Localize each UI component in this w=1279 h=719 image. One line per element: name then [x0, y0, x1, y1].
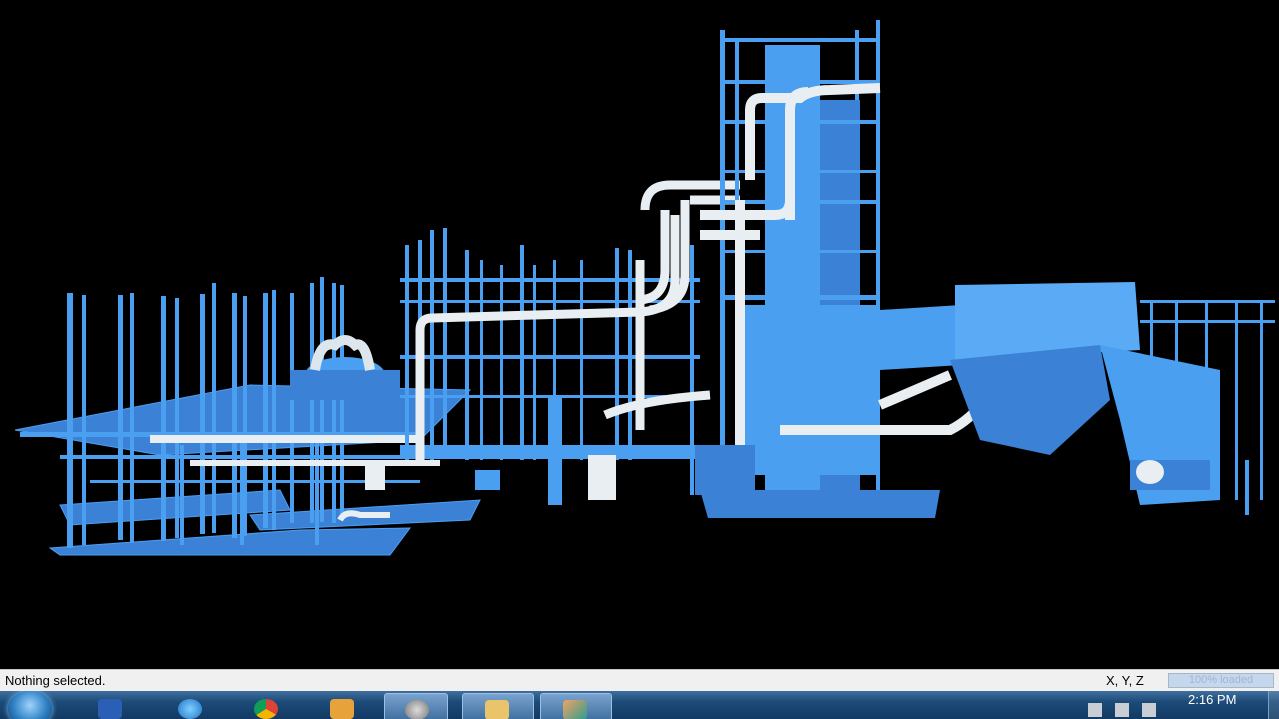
taskbar-media-player[interactable] — [316, 693, 368, 719]
coordinates-readout: X, Y, Z — [1106, 673, 1144, 688]
taskbar-internet-explorer[interactable] — [164, 693, 216, 719]
windows-logo-icon[interactable] — [8, 691, 52, 719]
paint-icon — [563, 700, 587, 719]
show-desktop-button[interactable] — [1268, 691, 1279, 719]
info-icon — [98, 699, 122, 719]
taskbar-3d-viewer[interactable] — [384, 693, 448, 719]
taskbar-chrome[interactable] — [240, 693, 292, 719]
selection-status: Nothing selected. — [5, 673, 106, 688]
3d-viewport[interactable] — [0, 0, 1279, 669]
plant-3d-model — [14, 20, 1275, 556]
network-icon[interactable] — [1115, 703, 1129, 717]
flag-icon[interactable] — [1088, 703, 1102, 717]
clock-time[interactable]: 2:16 PM — [1188, 692, 1236, 707]
taskbar: 2:16 PM — [0, 691, 1279, 719]
taskbar-info-app[interactable] — [84, 693, 136, 719]
middle-structure — [400, 228, 700, 505]
load-progress-label: 100% loaded — [1188, 674, 1254, 686]
viewer-app-icon — [405, 700, 429, 719]
media-player-icon — [330, 699, 354, 719]
taskbar-file-explorer[interactable] — [462, 693, 534, 719]
taskbar-paint[interactable] — [540, 693, 612, 719]
status-bar: Nothing selected. X, Y, Z 100% loaded — [0, 669, 1279, 691]
duct-and-boiler — [880, 282, 1275, 515]
chrome-icon — [254, 699, 278, 719]
volume-icon[interactable] — [1142, 703, 1156, 717]
load-progress-bar: 100% loaded — [1168, 673, 1274, 688]
folder-icon — [485, 700, 509, 719]
vessel — [588, 455, 616, 500]
internet-explorer-icon — [178, 699, 202, 719]
